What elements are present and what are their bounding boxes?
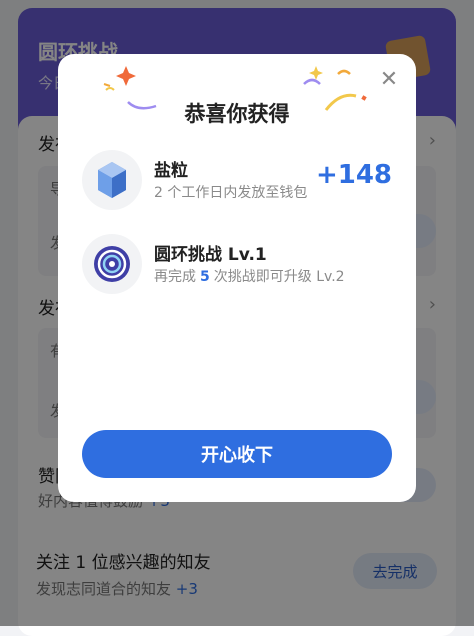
reward-amount: +148 [315,160,392,190]
ring-challenge-badge-icon [94,246,130,282]
reward-desc-suffix: 次挑战即可升级 Lv.2 [213,269,345,285]
reward-icon-circle [82,234,142,294]
reward-item: 盐粒 2 个工作日内发放至钱包 +148 [82,150,392,212]
salt-crystal-icon [98,162,126,198]
reward-item: 圆环挑战 Lv.1 再完成 5 次挑战即可升级 Lv.2 [82,234,392,296]
reward-icon-circle [82,150,142,210]
reward-desc: 再完成 5 次挑战即可升级 Lv.2 [154,266,345,286]
reward-desc: 2 个工作日内发放至钱包 [154,185,308,201]
reward-desc-prefix: 再完成 [154,269,196,285]
reward-desc-count: 5 [200,269,210,285]
modal-title: 恭喜你获得 [184,102,290,126]
close-icon[interactable]: ✕ [376,66,402,92]
reward-name: 盐粒 [154,161,188,181]
reward-modal: ✕ 恭喜你获得 盐粒 2 个工作日内发放至钱包 +148 圆环挑战 Lv.1 再… [58,54,416,502]
accept-button[interactable]: 开心收下 [82,430,392,478]
reward-name: 圆环挑战 Lv.1 [154,245,267,265]
